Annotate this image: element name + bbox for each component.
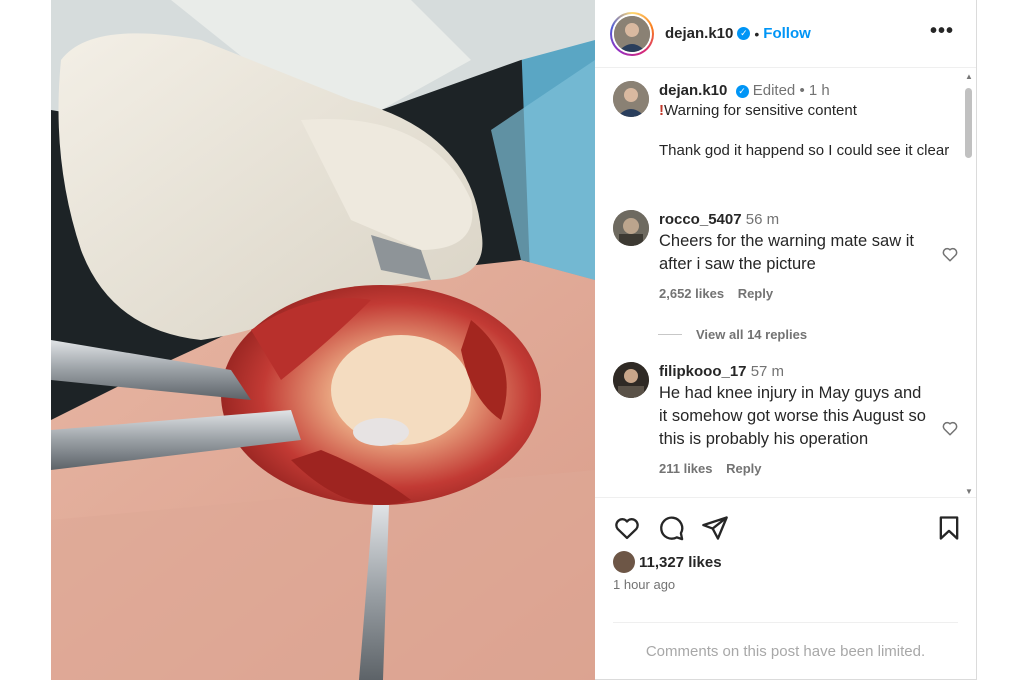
caption-separator: • bbox=[799, 82, 805, 99]
comments-limited-notice: Comments on this post have been limited. bbox=[645, 643, 926, 660]
verified-badge-icon: ✓ bbox=[737, 27, 751, 40]
comment-likes[interactable]: 2,652 likes bbox=[659, 286, 724, 301]
comment-like-icon[interactable] bbox=[941, 245, 959, 263]
caption-time: 1 h bbox=[808, 82, 830, 99]
reply-button[interactable]: Reply bbox=[738, 286, 773, 301]
avatar bbox=[614, 15, 650, 52]
post-timestamp[interactable]: 1 hour ago bbox=[613, 577, 675, 592]
comments-scrollbar[interactable]: ▲ ▼ bbox=[962, 70, 974, 498]
liker-avatar bbox=[613, 551, 635, 573]
caption-username[interactable]: dejan.k10 bbox=[659, 82, 727, 99]
comment-username[interactable]: rocco_5407 bbox=[659, 211, 742, 228]
comment-username[interactable]: filipkooo_17 bbox=[659, 363, 747, 380]
reply-button[interactable]: Reply bbox=[726, 461, 761, 476]
comment-likes[interactable]: 211 likes bbox=[659, 461, 713, 476]
comments-limited-section: Comments on this post have been limited. bbox=[613, 622, 958, 680]
header-username[interactable]: dejan.k10 bbox=[665, 25, 733, 42]
comment-item: filipkooo_17 57 m He had knee injury in … bbox=[613, 362, 958, 476]
follow-button[interactable]: Follow bbox=[763, 25, 811, 42]
comment-time: 57 m bbox=[750, 363, 785, 380]
replies-divider bbox=[658, 334, 682, 335]
comment-time: 56 m bbox=[745, 211, 780, 228]
verified-badge-icon: ✓ bbox=[735, 84, 749, 98]
post-image[interactable] bbox=[51, 0, 595, 680]
action-bar bbox=[613, 514, 963, 544]
post-caption: dejan.k10 ✓ Edited • 1 h !Warning for se… bbox=[613, 81, 953, 161]
surgery-photo bbox=[51, 0, 595, 680]
view-replies-label[interactable]: View all 14 replies bbox=[696, 327, 807, 342]
caption-avatar[interactable] bbox=[613, 81, 649, 117]
comment-avatar[interactable] bbox=[613, 362, 649, 398]
view-replies-button[interactable]: View all 14 replies bbox=[658, 327, 807, 342]
more-options-icon[interactable]: ••• bbox=[930, 21, 954, 41]
likes-row[interactable]: 11,327 likes bbox=[613, 551, 722, 573]
comment-item: rocco_5407 56 m Cheers for the warning m… bbox=[613, 210, 958, 301]
likes-count[interactable]: 11,327 likes bbox=[639, 554, 722, 571]
post-header: dejan.k10 ✓ • Follow ••• bbox=[595, 0, 976, 68]
comment-avatar[interactable] bbox=[613, 210, 649, 246]
scroll-down-icon[interactable]: ▼ bbox=[965, 487, 973, 496]
header-avatar-ring[interactable] bbox=[610, 11, 654, 56]
caption-line-1: Warning for sensitive content bbox=[664, 102, 857, 119]
comments-list[interactable]: dejan.k10 ✓ Edited • 1 h !Warning for se… bbox=[595, 69, 976, 498]
share-icon[interactable] bbox=[701, 514, 729, 542]
bookmark-icon[interactable] bbox=[935, 514, 963, 542]
comment-icon[interactable] bbox=[657, 514, 685, 542]
scroll-up-icon[interactable]: ▲ bbox=[965, 72, 973, 81]
comment-text: He had knee injury in May guys and it so… bbox=[659, 384, 926, 448]
post-panel: dejan.k10 ✓ • Follow ••• dejan.k10 ✓ Edi… bbox=[595, 0, 977, 680]
caption-line-2: Thank god it happend so I could see it c… bbox=[659, 142, 950, 159]
comment-text: Cheers for the warning mate saw it after… bbox=[659, 232, 914, 273]
scrollbar-thumb[interactable] bbox=[965, 88, 972, 158]
heart-icon[interactable] bbox=[613, 514, 641, 542]
edited-label: Edited bbox=[752, 82, 796, 99]
comment-like-icon[interactable] bbox=[941, 419, 959, 437]
header-separator: • bbox=[754, 25, 760, 42]
